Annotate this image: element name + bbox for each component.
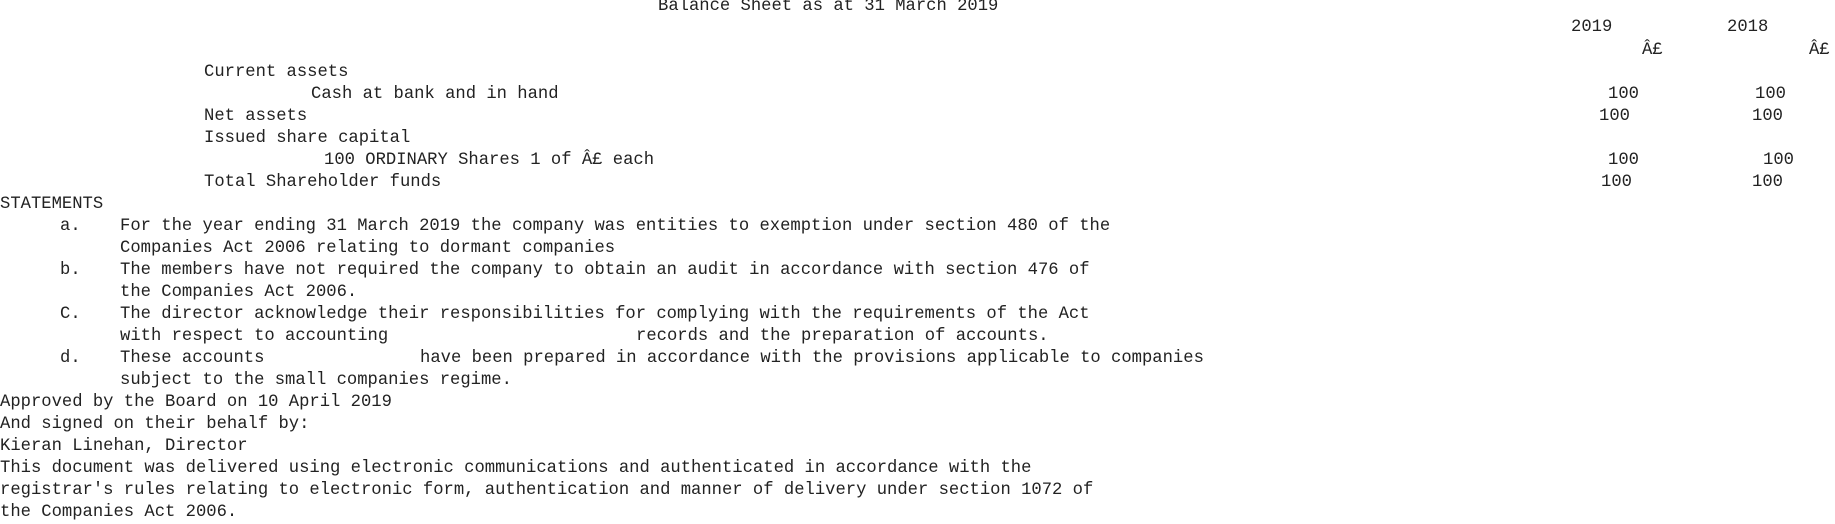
statement-c-line1: The director acknowledge their responsib…	[120, 305, 1090, 324]
statement-a-marker: a.	[60, 217, 81, 236]
statement-a-line2: Companies Act 2006 relating to dormant c…	[120, 239, 616, 258]
ordinary-shares-2018-value: 100	[1763, 151, 1794, 170]
signed-on-behalf: And signed on their behalf by:	[0, 415, 310, 434]
statement-b-line1: The members have not required the compan…	[120, 261, 1090, 280]
total-shareholder-funds-label: Total Shareholder funds	[204, 173, 442, 192]
footer-line-2: registrar's rules relating to electronic…	[0, 481, 1094, 500]
column-currency-2018: Â£	[1809, 41, 1830, 60]
statement-d-marker: d.	[60, 349, 81, 368]
cash-at-bank-2019-value: 100	[1608, 85, 1639, 104]
director-signatory: Kieran Linehan, Director	[0, 437, 248, 456]
net-assets-label: Net assets	[204, 107, 308, 126]
column-year-2019: 2019	[1571, 18, 1613, 37]
total-shareholder-funds-2018-value: 100	[1752, 173, 1783, 192]
statement-c-line2a: with respect to accounting	[120, 327, 389, 346]
cash-at-bank-2018-value: 100	[1755, 85, 1786, 104]
statement-a-line1: For the year ending 31 March 2019 the co…	[120, 217, 1111, 236]
statement-c-marker: C.	[60, 305, 81, 324]
statement-b-marker: b.	[60, 261, 81, 280]
net-assets-2019-value: 100	[1599, 107, 1630, 126]
column-currency-2019: Â£	[1642, 41, 1663, 60]
total-shareholder-funds-2019-value: 100	[1601, 173, 1632, 192]
statements-heading: STATEMENTS	[0, 195, 104, 214]
statement-d-line2: subject to the small companies regime.	[120, 371, 512, 390]
footer-line-3: the Companies Act 2006.	[0, 503, 238, 522]
column-year-2018: 2018	[1727, 18, 1769, 37]
ordinary-shares-2019-value: 100	[1608, 151, 1639, 170]
statement-d-line1b: have been prepared in accordance with th…	[420, 349, 1204, 368]
cash-at-bank-label: Cash at bank and in hand	[311, 85, 559, 104]
issued-share-capital-label: Issued share capital	[204, 129, 411, 148]
statement-b-line2: the Companies Act 2006.	[120, 283, 358, 302]
current-assets-label: Current assets	[204, 63, 349, 82]
ordinary-shares-label: 100 ORDINARY Shares 1 of Â£ each	[324, 151, 655, 170]
statement-c-line2b: records and the preparation of accounts.	[636, 327, 1049, 346]
approval-date: Approved by the Board on 10 April 2019	[0, 393, 392, 412]
net-assets-2018-value: 100	[1752, 107, 1783, 126]
document-title: Balance Sheet as at 31 March 2019	[658, 0, 999, 16]
statement-d-line1a: These accounts	[120, 349, 265, 368]
footer-line-1: This document was delivered using electr…	[0, 459, 1032, 478]
